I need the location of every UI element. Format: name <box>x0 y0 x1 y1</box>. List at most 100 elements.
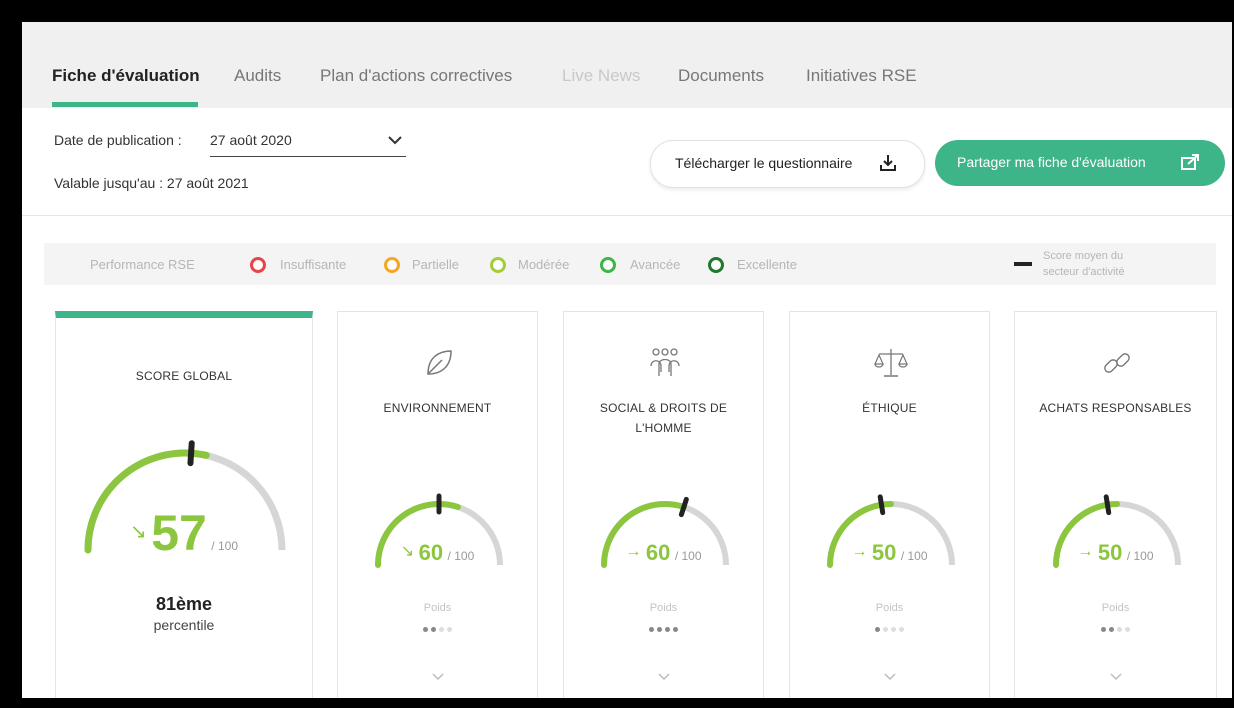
share-button-label: Partager ma fiche d'évaluation <box>957 154 1146 170</box>
weight-dot <box>883 627 888 632</box>
weight-dot <box>1117 627 1122 632</box>
advanced-level-icon <box>600 257 616 273</box>
people-icon <box>650 348 680 376</box>
tab-live-news: Live News <box>562 66 641 85</box>
category-score-max: / 100 <box>1126 549 1154 563</box>
active-tab-indicator <box>52 102 198 107</box>
category-score-value: → 50 / 100 <box>1015 540 1216 566</box>
category-title: ENVIRONNEMENT <box>383 401 492 415</box>
sector-average-marker <box>877 494 886 516</box>
publication-date-select[interactable]: 27 août 2020 <box>210 130 406 157</box>
weight-dot <box>1109 627 1114 632</box>
partial-level-icon <box>384 257 400 273</box>
legend-average-line1: Score moyen du <box>1043 250 1124 262</box>
weight-label: Poids <box>875 602 904 614</box>
download-button-label: Télécharger le questionnaire <box>675 155 853 171</box>
category-title: ÉTHIQUE <box>862 401 917 415</box>
category-score-value: ↘ 60 / 100 <box>338 540 537 566</box>
weight-indicator <box>790 619 989 637</box>
category-score-number: 60 <box>645 540 671 565</box>
chevron-down-icon[interactable] <box>431 670 445 684</box>
weight-dot <box>447 627 452 632</box>
chevron-down-icon <box>388 136 402 145</box>
chevron-down-icon[interactable] <box>883 670 897 684</box>
category-score-max: / 100 <box>674 549 702 563</box>
global-score-max: / 100 <box>211 539 238 553</box>
insufficient-level-icon <box>250 257 266 273</box>
category-card-ethique[interactable]: ÉTHIQUE → 50 / 100 Poids <box>789 311 990 698</box>
legend-title: Performance RSE <box>90 257 195 272</box>
valid-until-text: Valable jusqu'au : 27 août 2021 <box>54 175 249 191</box>
weight-label: Poids <box>1101 602 1130 614</box>
category-score-max: / 100 <box>447 549 475 563</box>
weight-dot <box>439 627 444 632</box>
category-card-environnement[interactable]: ENVIRONNEMENT ↘ 60 / 100 Poids <box>337 311 538 698</box>
category-score-number: 50 <box>871 540 897 565</box>
weight-dot <box>423 627 428 632</box>
weight-dot <box>899 627 904 632</box>
legend-average-line2: secteur d'activité <box>1043 266 1125 278</box>
publication-date-value: 27 août 2020 <box>210 132 292 148</box>
legend-level-avancee: Avancée <box>630 257 681 272</box>
tab-documents[interactable]: Documents <box>678 66 764 86</box>
download-questionnaire-button[interactable]: Télécharger le questionnaire <box>650 140 925 188</box>
weight-dot <box>875 627 880 632</box>
sector-average-marker <box>187 440 195 467</box>
tab-bar: Fiche d'évaluation Audits Plan d'actions… <box>22 22 1232 108</box>
moderate-level-icon <box>490 257 506 273</box>
weight-dot <box>431 627 436 632</box>
global-score-value: ↘ 57 / 100 <box>56 504 312 562</box>
weight-dot <box>665 627 670 632</box>
share-icon <box>1181 154 1199 170</box>
weight-label: Poids <box>649 602 678 614</box>
global-score-card: SCORE GLOBAL ↘ 57 / 100 81ème percentile <box>55 311 313 698</box>
percentile-label: percentile <box>153 617 215 633</box>
scales-icon <box>874 349 908 377</box>
trend-icon: → <box>1077 543 1094 560</box>
legend-level-insuffisante: Insuffisante <box>280 257 347 272</box>
tab-initiatives-rse[interactable]: Initiatives RSE <box>806 66 917 86</box>
sector-average-marker-icon <box>1014 262 1032 266</box>
chevron-down-icon[interactable] <box>657 670 671 684</box>
trend-icon: ↘ <box>400 543 415 560</box>
global-score-number: 57 <box>151 505 207 561</box>
category-title-line2: L'HOMME <box>635 421 692 435</box>
section-divider <box>22 215 1232 216</box>
weight-dot <box>673 627 678 632</box>
category-score-value: → 50 / 100 <box>790 540 989 566</box>
weight-dot <box>649 627 654 632</box>
download-icon <box>880 155 896 171</box>
category-score-number: 60 <box>418 540 444 565</box>
category-card-social[interactable]: SOCIAL & DROITS DE L'HOMME → 60 / 100 Po… <box>563 311 764 698</box>
legend-level-moderee: Modérée <box>518 257 570 272</box>
tab-fiche-evaluation[interactable]: Fiche d'évaluation <box>52 66 200 86</box>
category-card-achats[interactable]: ACHATS RESPONSABLES → 50 / 100 Poids <box>1014 311 1217 698</box>
category-score-max: / 100 <box>900 549 928 563</box>
trend-icon: → <box>851 543 868 560</box>
category-title: ACHATS RESPONSABLES <box>1039 401 1192 415</box>
trend-icon: ↘ <box>130 521 147 543</box>
percentile-value: 81ème <box>155 594 213 614</box>
weight-label: Poids <box>423 602 452 614</box>
excellent-level-icon <box>708 257 724 273</box>
leaf-icon <box>427 350 452 375</box>
tab-plan-actions[interactable]: Plan d'actions correctives <box>320 66 512 86</box>
performance-legend: Performance RSE Insuffisante Partielle M… <box>44 243 1216 285</box>
category-score-number: 50 <box>1097 540 1123 565</box>
legend-level-excellente: Excellente <box>737 257 797 272</box>
trend-icon: → <box>625 543 642 560</box>
tab-audits[interactable]: Audits <box>234 66 281 86</box>
sector-average-marker <box>678 496 689 518</box>
legend-level-partielle: Partielle <box>412 257 459 272</box>
sector-average-marker <box>1103 494 1112 516</box>
global-score-title: SCORE GLOBAL <box>135 369 233 383</box>
weight-indicator <box>338 619 537 637</box>
chevron-down-icon[interactable] <box>1109 670 1123 684</box>
category-score-value: → 60 / 100 <box>564 540 763 566</box>
weight-dot <box>891 627 896 632</box>
app-frame: Fiche d'évaluation Audits Plan d'actions… <box>22 22 1232 698</box>
weight-indicator <box>1015 619 1216 637</box>
link-icon <box>1104 353 1130 373</box>
weight-dot <box>657 627 662 632</box>
share-evaluation-button[interactable]: Partager ma fiche d'évaluation <box>935 140 1225 186</box>
